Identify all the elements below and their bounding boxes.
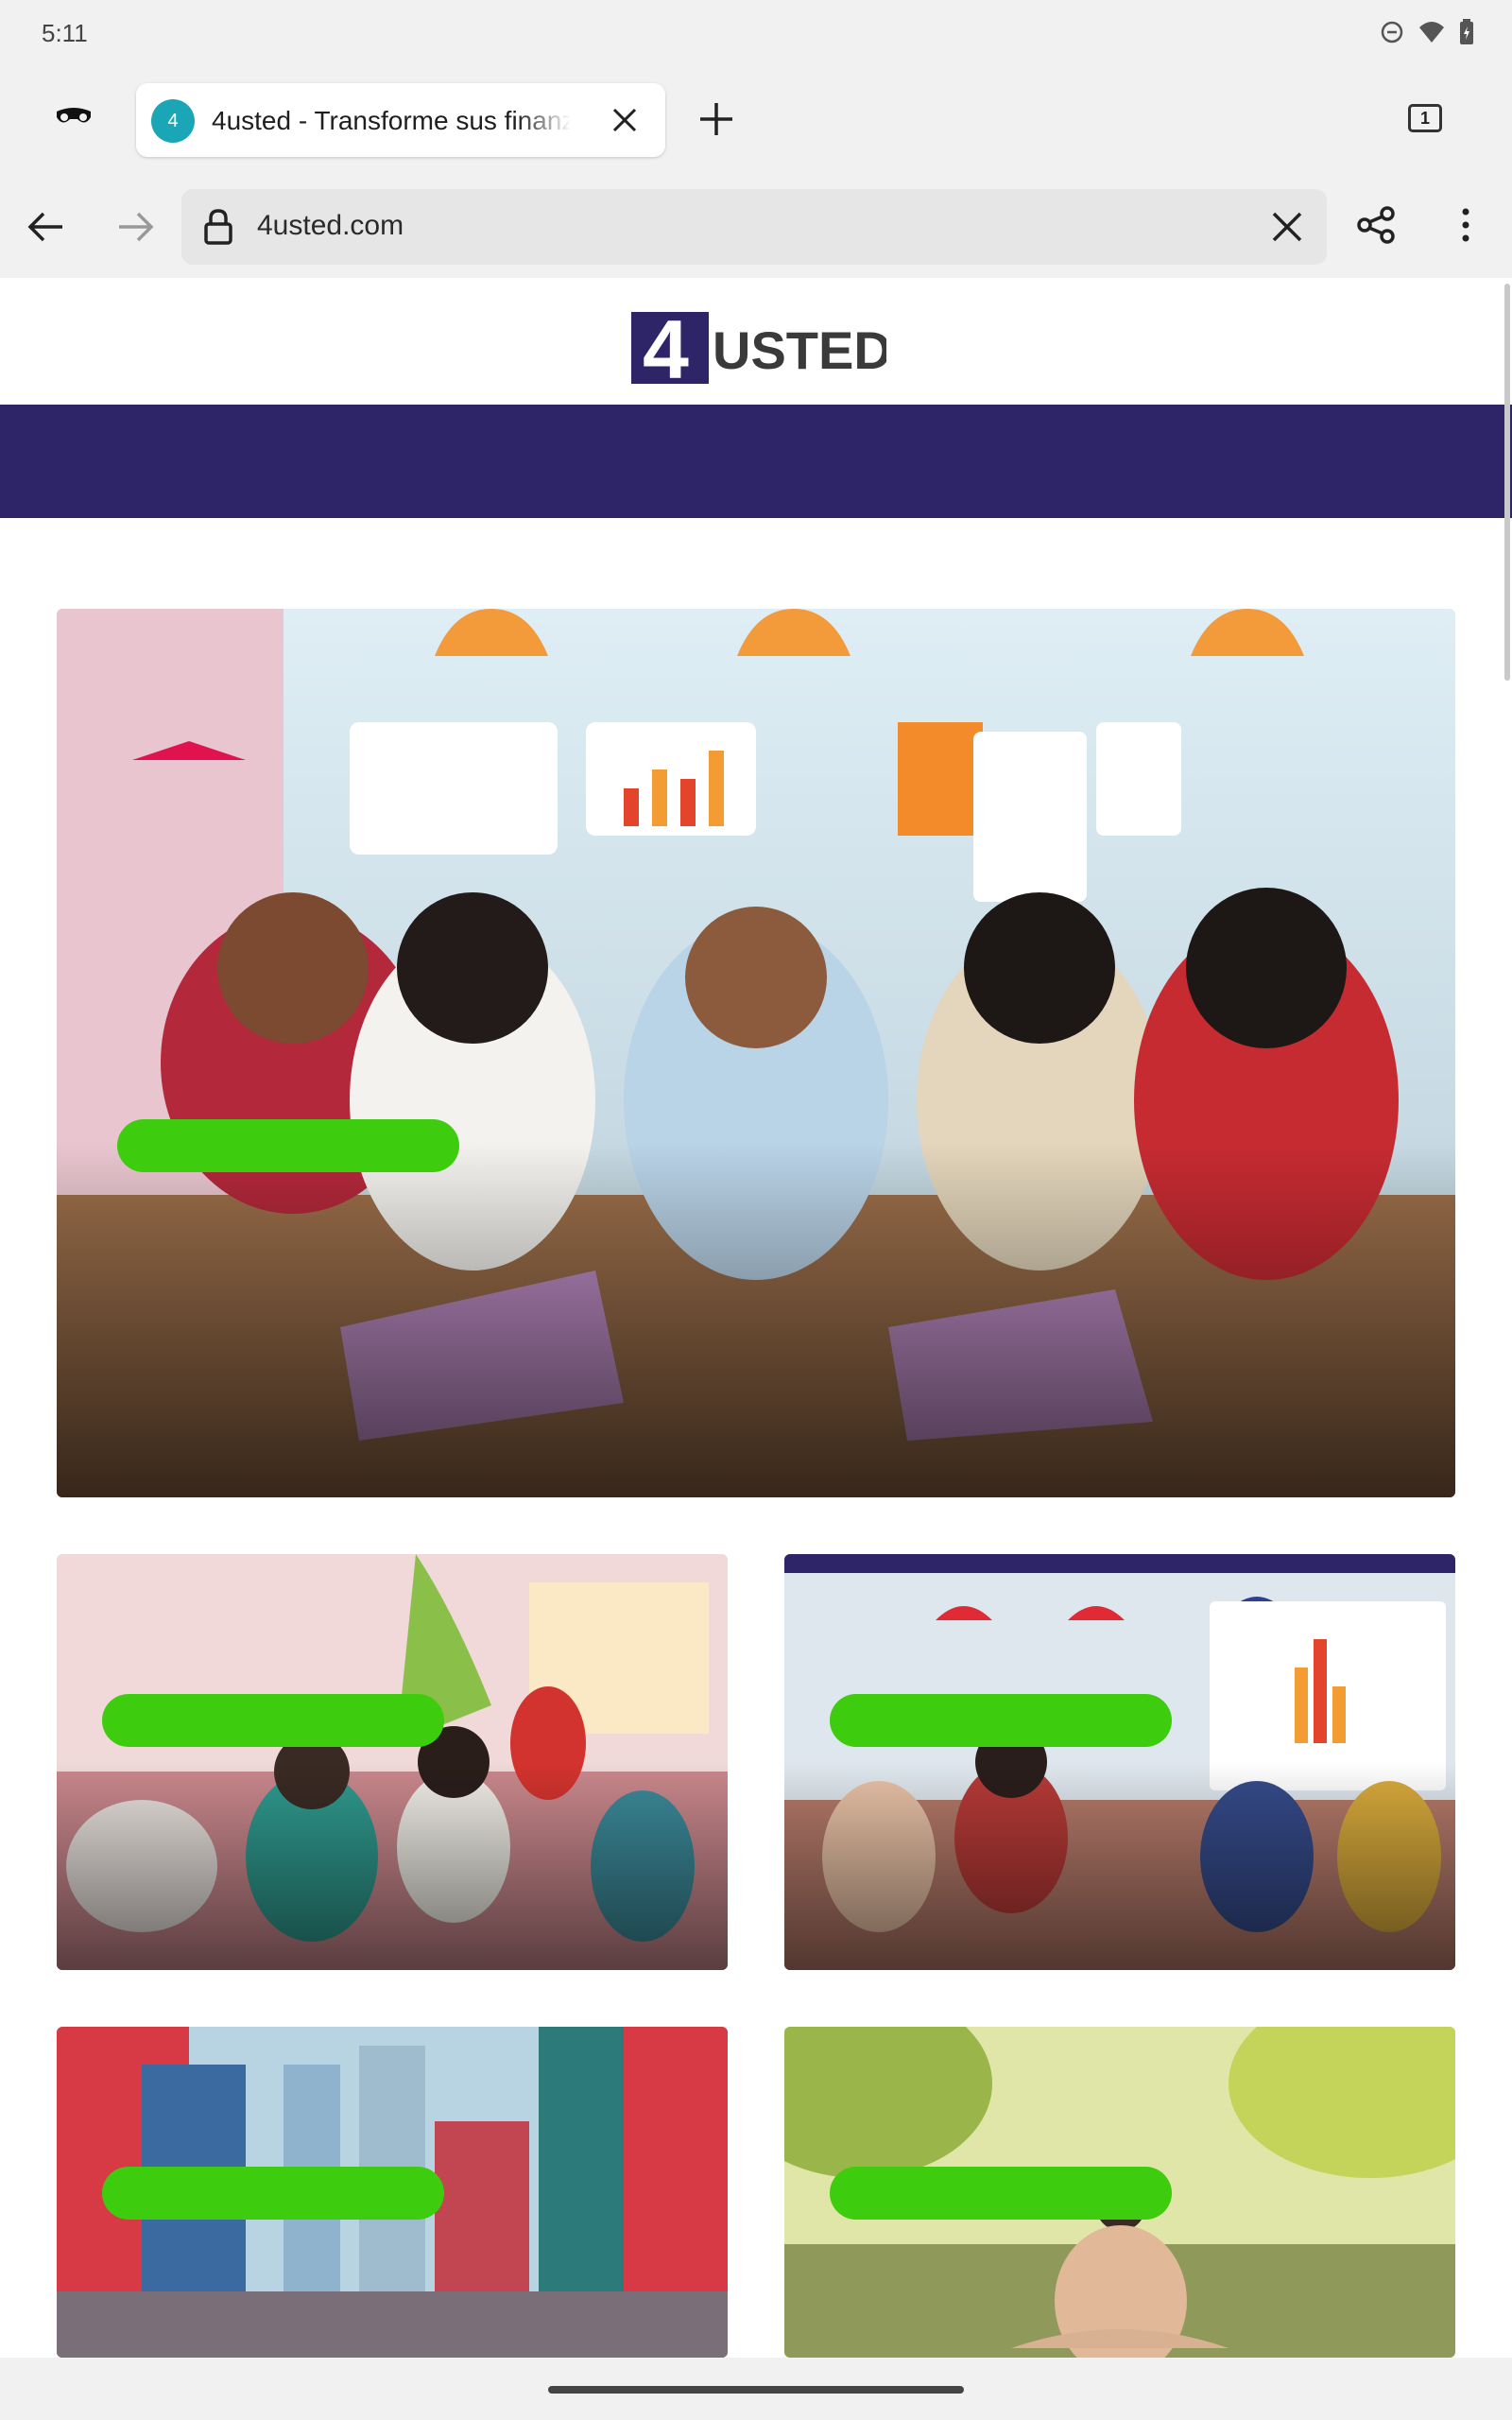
- article-card-3[interactable]: [57, 2027, 728, 2358]
- site-favicon: 4: [151, 99, 195, 143]
- more-icon[interactable]: [1453, 204, 1478, 246]
- home-gesture-handle[interactable]: [548, 2386, 964, 2394]
- home-gathering-image: [57, 1554, 728, 1970]
- logo-number: 4: [643, 306, 689, 388]
- card-1-title-placeholder[interactable]: [102, 1694, 444, 1747]
- clear-url-icon[interactable]: [1268, 208, 1306, 246]
- system-navigation-bar: [0, 2358, 1512, 2420]
- incognito-icon[interactable]: [53, 104, 94, 130]
- status-icons: [1380, 19, 1474, 45]
- hero-image: [57, 609, 1455, 1497]
- card-2-title-placeholder[interactable]: [830, 1694, 1172, 1747]
- url-text[interactable]: 4usted.com: [257, 210, 404, 242]
- tab-switcher-button[interactable]: 1: [1408, 104, 1442, 132]
- card-3-title-placeholder[interactable]: [102, 2167, 444, 2220]
- tab-title: 4usted - Transforme sus finanzas: [212, 106, 571, 135]
- logo-text: USTED: [713, 320, 886, 380]
- forward-icon[interactable]: [115, 206, 157, 248]
- card-4-title-placeholder[interactable]: [830, 2167, 1172, 2220]
- navigation-band: [0, 405, 1512, 518]
- office-analytics-image: [784, 1554, 1455, 1970]
- page-scrollbar[interactable]: [1504, 284, 1510, 681]
- browser-tab[interactable]: 4 4usted - Transforme sus finanzas: [136, 83, 665, 157]
- share-icon[interactable]: [1355, 204, 1397, 246]
- status-time: 5:11: [42, 19, 88, 47]
- address-bar[interactable]: 4usted.com: [181, 189, 1327, 265]
- site-logo[interactable]: 4 USTED: [631, 302, 892, 396]
- do-not-disturb-icon: [1381, 21, 1403, 43]
- status-bar: 5:11: [0, 0, 1512, 70]
- close-icon[interactable]: [610, 106, 639, 134]
- plus-icon[interactable]: [697, 100, 735, 138]
- battery-icon: [1460, 19, 1473, 44]
- wifi-icon: [1419, 22, 1444, 43]
- back-icon[interactable]: [25, 206, 66, 248]
- article-card-2[interactable]: [784, 1554, 1455, 1970]
- article-card-1[interactable]: [57, 1554, 728, 1970]
- lock-icon: [204, 209, 232, 245]
- hero-title-placeholder[interactable]: [117, 1119, 459, 1172]
- article-card-4[interactable]: [784, 2027, 1455, 2358]
- web-page: 4 USTED: [0, 278, 1512, 2358]
- hero-card[interactable]: [57, 609, 1455, 1497]
